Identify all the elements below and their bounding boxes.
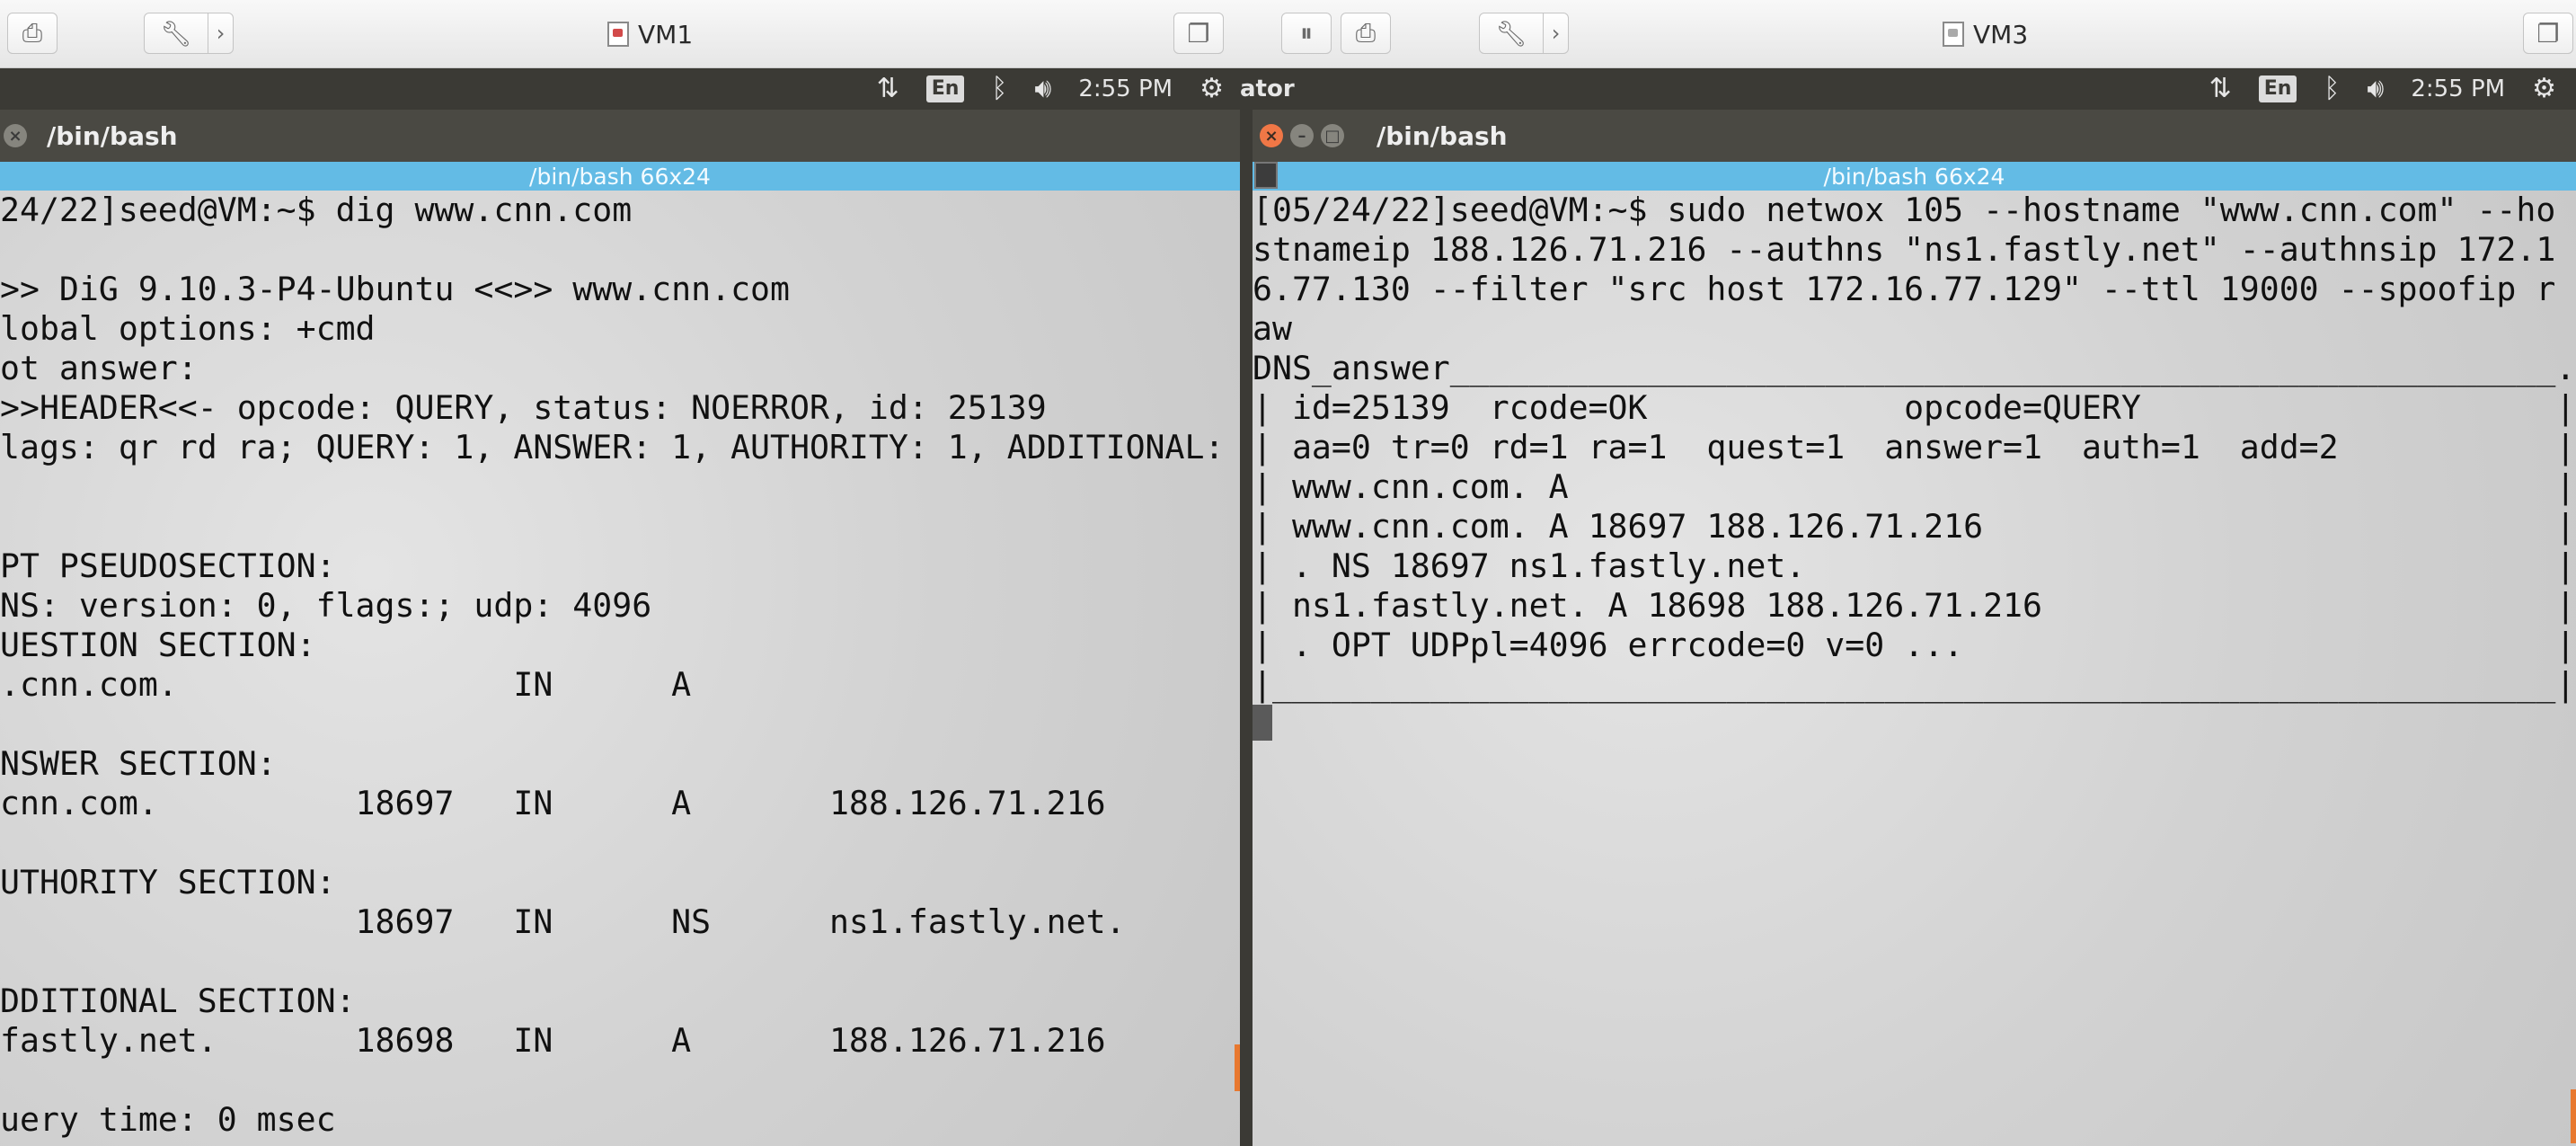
gear-icon[interactable]: ⚙ bbox=[2532, 76, 2556, 102]
host-window-title: VM3 bbox=[1943, 0, 2028, 68]
terminal-line: | . OPT UDPpl=4096 errcode=0 v=0 ... | bbox=[1253, 626, 2576, 664]
terminal-line: aw bbox=[1253, 309, 1292, 348]
terminal-line: fastly.net. 18698 IN A 188.126.71.216 bbox=[0, 1021, 1106, 1060]
terminal-line: UTHORITY SECTION: bbox=[0, 863, 336, 902]
terminal-line: ot answer: bbox=[0, 349, 198, 387]
terminal-tab[interactable]: /bin/bash 66x24 bbox=[1253, 162, 2576, 191]
gear-icon[interactable]: ⚙ bbox=[1199, 76, 1224, 102]
terminal-line: PT PSEUDOSECTION: bbox=[0, 546, 336, 585]
terminal-line: [05/24/22]seed@VM:~$ sudo netwox 105 --h… bbox=[1253, 191, 2556, 229]
terminal-line: | . NS 18697 ns1.fastly.net. | bbox=[1253, 546, 2576, 585]
terminal-line: >> DiG 9.10.3-P4-Ubuntu <<>> www.cnn.com bbox=[0, 270, 790, 308]
tab-label: /bin/bash 66x24 bbox=[1823, 163, 2005, 190]
tab-label: /bin/bash 66x24 bbox=[529, 163, 711, 190]
ubuntu-top-panel: ator ⇅ En ᛒ 🔊︎ 2:55 PM ⚙ bbox=[1240, 68, 2576, 110]
snapshot-history-button[interactable]: ⎙ bbox=[7, 13, 58, 54]
terminal-line: uery time: 0 msec bbox=[0, 1100, 336, 1139]
panel-app-name: ator bbox=[1240, 76, 1295, 102]
chevron-right-icon[interactable]: › bbox=[1543, 13, 1568, 53]
terminal-output[interactable]: [05/24/22]seed@VM:~$ sudo netwox 105 --h… bbox=[1253, 191, 2576, 1146]
terminal-line: NS: version: 0, flags:; udp: 4096 bbox=[0, 586, 652, 625]
terminal-line: |_______________________________________… bbox=[1253, 665, 2576, 704]
host-titlebar: ⎙ 🔧︎ › VM1 ❐ bbox=[0, 0, 1240, 68]
terminal-line: 6.77.130 --filter "src host 172.16.77.12… bbox=[1253, 270, 2556, 308]
clock[interactable]: 2:55 PM bbox=[1078, 76, 1173, 102]
terminal-title: /bin/bash bbox=[47, 120, 178, 151]
network-icon[interactable]: ⇅ bbox=[2209, 76, 2232, 102]
terminal-line: .cnn.com. IN A bbox=[0, 665, 692, 704]
terminal-line: 24/22]seed@VM:~$ dig www.cnn.com bbox=[0, 191, 633, 229]
history-icon: ⎙ bbox=[1355, 18, 1377, 48]
chevron-right-icon[interactable]: › bbox=[208, 13, 233, 53]
keyboard-layout-indicator[interactable]: En bbox=[925, 76, 965, 102]
vm-name: VM3 bbox=[1973, 19, 2029, 49]
terminal-text: [05/24/22]seed@VM:~$ sudo netwox 105 --h… bbox=[1253, 191, 2575, 705]
settings-button[interactable]: 🔧︎ › bbox=[1479, 13, 1569, 54]
pause-button[interactable]: ⏸ bbox=[1281, 13, 1332, 54]
terminal-line: UESTION SECTION: bbox=[0, 626, 316, 664]
terminal-line: lags: qr rd ra; QUERY: 1, ANSWER: 1, AUT… bbox=[0, 428, 1240, 466]
terminal-line: DNS_answer______________________________… bbox=[1253, 349, 2576, 387]
bluetooth-icon[interactable]: ᛒ bbox=[991, 76, 1007, 102]
volume-icon[interactable]: 🔊︎ bbox=[1034, 76, 1051, 102]
wrench-icon: 🔧︎ bbox=[160, 18, 192, 49]
restore-button[interactable]: ❐ bbox=[1173, 13, 1224, 54]
vm3-window: ⏸ ⎙ 🔧︎ › VM3 ❐ ator ⇅ En ᛒ 🔊︎ 2:55 PM ⚙ … bbox=[1240, 0, 2576, 1146]
terminal-line: stnameip 188.126.71.216 --authns "ns1.fa… bbox=[1253, 230, 2556, 269]
terminal-line: lobal options: +cmd bbox=[0, 309, 376, 348]
terminal-line: | id=25139 rcode=OK opcode=QUERY | bbox=[1253, 388, 2576, 427]
terminal-menu-icon[interactable] bbox=[1254, 162, 1278, 189]
keyboard-layout-indicator[interactable]: En bbox=[2258, 76, 2297, 102]
terminal-line: | aa=0 tr=0 rd=1 ra=1 quest=1 answer=1 a… bbox=[1253, 428, 2576, 466]
terminal-line: | www.cnn.com. A | bbox=[1253, 467, 2576, 506]
terminal-line: | www.cnn.com. A 18697 188.126.71.216 | bbox=[1253, 507, 2576, 546]
text-cursor bbox=[1253, 705, 1272, 741]
scroll-indicator[interactable] bbox=[2571, 1089, 2576, 1143]
history-icon: ⎙ bbox=[22, 18, 43, 48]
ubuntu-top-panel: ⇅ En ᛒ 🔊︎ 2:55 PM ⚙ bbox=[0, 68, 1240, 110]
system-tray: ⇅ En ᛒ 🔊︎ 2:55 PM ⚙ bbox=[2209, 68, 2556, 110]
terminal-line: | ns1.fastly.net. A 18698 188.126.71.216… bbox=[1253, 586, 2576, 625]
host-titlebar: ⏸ ⎙ 🔧︎ › VM3 ❐ bbox=[1240, 0, 2576, 68]
restore-icon: ❐ bbox=[2536, 18, 2560, 49]
pause-icon: ⏸ bbox=[1299, 18, 1313, 48]
maximize-icon[interactable]: □ bbox=[1321, 124, 1344, 147]
vm-icon bbox=[607, 22, 629, 47]
restore-button[interactable]: ❐ bbox=[2523, 13, 2573, 54]
network-icon[interactable]: ⇅ bbox=[877, 76, 899, 102]
terminal-text: 24/22]seed@VM:~$ dig www.cnn.com >> DiG … bbox=[0, 191, 1240, 1140]
vm-icon bbox=[1943, 22, 1964, 47]
wrench-icon: 🔧︎ bbox=[1495, 18, 1527, 49]
terminal-titlebar[interactable]: × – □ /bin/bash bbox=[1253, 110, 2576, 162]
restore-icon: ❐ bbox=[1187, 18, 1210, 49]
snapshot-history-button[interactable]: ⎙ bbox=[1341, 13, 1391, 54]
terminal-line: 18697 IN NS ns1.fastly.net. bbox=[0, 902, 1126, 941]
system-tray: ⇅ En ᛒ 🔊︎ 2:55 PM ⚙ bbox=[877, 68, 1224, 110]
terminal-line: cnn.com. 18697 IN A 188.126.71.216 bbox=[0, 784, 1106, 822]
volume-icon[interactable]: 🔊︎ bbox=[2367, 76, 2384, 102]
vm-name: VM1 bbox=[638, 19, 694, 49]
terminal-line: DDITIONAL SECTION: bbox=[0, 982, 356, 1020]
bluetooth-icon[interactable]: ᛒ bbox=[2324, 76, 2340, 102]
host-window-title: VM1 bbox=[607, 0, 693, 68]
terminal-line: >>HEADER<<- opcode: QUERY, status: NOERR… bbox=[0, 388, 1047, 427]
settings-button[interactable]: 🔧︎ › bbox=[144, 13, 234, 54]
clock[interactable]: 2:55 PM bbox=[2411, 76, 2505, 102]
terminal-titlebar[interactable]: × /bin/bash bbox=[0, 110, 1240, 162]
terminal-title: /bin/bash bbox=[1377, 120, 1508, 151]
vm1-window: ⎙ 🔧︎ › VM1 ❐ ⇅ En ᛒ 🔊︎ 2:55 PM ⚙ × /bin/… bbox=[0, 0, 1240, 1146]
minimize-icon[interactable]: – bbox=[1290, 124, 1314, 147]
close-icon[interactable]: × bbox=[1260, 124, 1283, 147]
terminal-line: NSWER SECTION: bbox=[0, 744, 277, 783]
close-icon[interactable]: × bbox=[4, 124, 27, 147]
terminal-tab[interactable]: /bin/bash 66x24 bbox=[0, 162, 1240, 191]
terminal-output[interactable]: 24/22]seed@VM:~$ dig www.cnn.com >> DiG … bbox=[0, 191, 1240, 1146]
